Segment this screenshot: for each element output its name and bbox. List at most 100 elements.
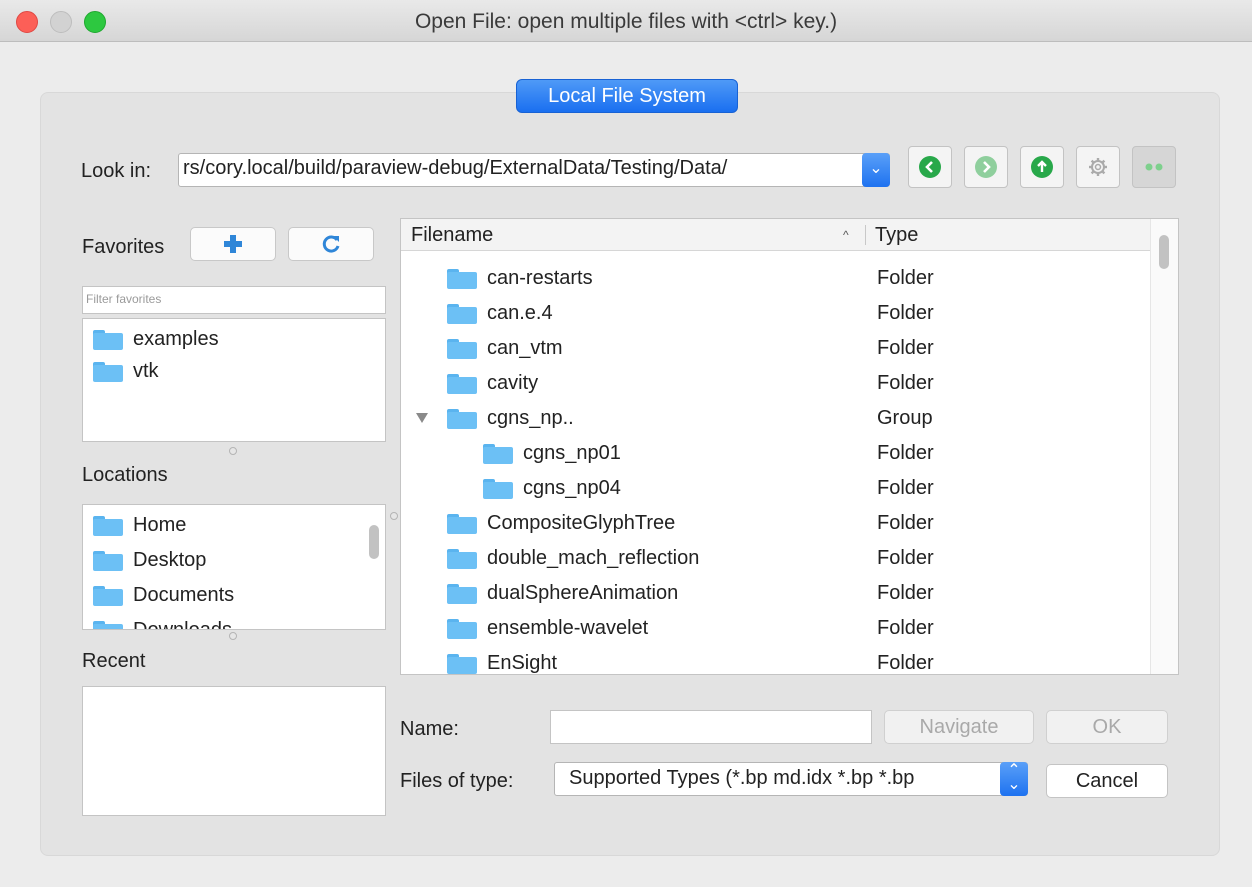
- back-icon: [919, 156, 941, 178]
- look-in-label: Look in:: [81, 160, 152, 182]
- gear-icon: [1089, 158, 1107, 176]
- column-header-type[interactable]: Type: [875, 224, 918, 247]
- show-hidden-files-button[interactable]: [1132, 146, 1176, 188]
- settings-button[interactable]: [1076, 146, 1120, 188]
- file-name: EnSight: [487, 652, 558, 674]
- recent-list: [82, 686, 386, 816]
- filter-placeholder: Filter favorites: [86, 292, 162, 306]
- folder-icon: [447, 304, 477, 324]
- file-type: Folder: [877, 652, 934, 674]
- file-type: Folder: [877, 372, 934, 394]
- look-in-combobox[interactable]: rs/cory.local/build/paraview-debug/Exter…: [178, 153, 890, 187]
- column-divider: [865, 225, 866, 245]
- file-name: dualSphereAnimation: [487, 582, 679, 604]
- splitter-handle[interactable]: [229, 632, 237, 640]
- folder-icon: [447, 584, 477, 604]
- splitter-handle[interactable]: [390, 512, 398, 520]
- locations-scrollbar-thumb[interactable]: [369, 525, 379, 559]
- file-type: Folder: [877, 582, 934, 604]
- favorites-filter-input[interactable]: Filter favorites: [82, 286, 386, 314]
- up-arrow-icon: [1031, 156, 1053, 178]
- local-file-system-tab[interactable]: Local File System: [516, 79, 738, 113]
- favorites-label: Favorites: [82, 236, 165, 258]
- window-title: Open File: open multiple files with <ctr…: [414, 10, 838, 33]
- folder-icon: [483, 479, 513, 499]
- refresh-favorites-button[interactable]: [288, 227, 374, 261]
- file-type: Folder: [877, 477, 934, 499]
- file-row[interactable]: dualSphereAnimation Folder: [401, 576, 1151, 610]
- name-label: Name:: [400, 718, 459, 740]
- file-name: can-restarts: [487, 267, 593, 289]
- folder-icon: [93, 551, 123, 571]
- favorite-item-label: examples: [133, 328, 219, 350]
- file-group-row[interactable]: cgns_np.. Group: [401, 401, 1151, 435]
- folder-icon: [447, 374, 477, 394]
- locations-label: Locations: [82, 464, 168, 486]
- file-name: cgns_np..: [487, 407, 574, 429]
- favorite-item-label: vtk: [133, 360, 159, 382]
- hidden-files-icon: [1145, 163, 1163, 171]
- column-header-filename[interactable]: Filename: [411, 224, 493, 247]
- locations-list: Home Desktop Documents Downloads: [82, 504, 386, 630]
- folder-icon: [447, 339, 477, 359]
- files-of-type-label: Files of type:: [400, 770, 514, 792]
- forward-button[interactable]: [964, 146, 1008, 188]
- location-item-label: Documents: [133, 584, 235, 606]
- file-name: double_mach_reflection: [487, 547, 700, 569]
- file-type: Folder: [877, 267, 934, 289]
- file-list-header: Filename ^ Type: [401, 219, 1151, 251]
- file-name: can_vtm: [487, 337, 563, 359]
- file-name: cgns_np04: [523, 477, 621, 499]
- file-type: Folder: [877, 617, 934, 639]
- file-type: Folder: [877, 337, 934, 359]
- title-bar: Open File: open multiple files with <ctr…: [0, 0, 1252, 42]
- folder-icon: [93, 621, 123, 629]
- folder-icon: [93, 516, 123, 536]
- parent-directory-button[interactable]: [1020, 146, 1064, 188]
- folder-icon: [93, 586, 123, 606]
- file-type: Group: [877, 407, 933, 429]
- file-type: Folder: [877, 302, 934, 324]
- splitter-handle[interactable]: [229, 447, 237, 455]
- add-favorite-button[interactable]: [190, 227, 276, 261]
- location-item-label: Downloads: [133, 619, 232, 630]
- file-row[interactable]: cgns_np01 Folder: [401, 436, 1151, 470]
- files-of-type-select[interactable]: Supported Types (*.bp md.idx *.bp *.bp ⌃…: [554, 762, 1028, 796]
- folder-icon: [93, 362, 123, 382]
- refresh-icon: [322, 235, 340, 253]
- location-item-label: Desktop: [133, 549, 207, 571]
- folder-icon: [447, 549, 477, 569]
- folder-icon: [447, 514, 477, 534]
- file-row[interactable]: EnSight Folder: [401, 646, 1151, 674]
- file-name: cavity: [487, 372, 539, 394]
- file-type: Folder: [877, 512, 934, 534]
- file-row[interactable]: can-restarts Folder: [401, 261, 1151, 295]
- folder-icon: [447, 409, 477, 429]
- file-list-scrollbar-thumb[interactable]: [1159, 235, 1169, 269]
- forward-icon: [975, 156, 997, 178]
- file-row[interactable]: cgns_np04 Folder: [401, 471, 1151, 505]
- expand-triangle-icon[interactable]: [416, 413, 428, 423]
- location-item-label: Home: [133, 514, 187, 536]
- file-row[interactable]: CompositeGlyphTree Folder: [401, 506, 1151, 540]
- file-row[interactable]: can.e.4 Folder: [401, 296, 1151, 330]
- file-row[interactable]: can_vtm Folder: [401, 331, 1151, 365]
- file-name-input[interactable]: [550, 710, 872, 744]
- file-row[interactable]: double_mach_reflection Folder: [401, 541, 1151, 575]
- back-button[interactable]: [908, 146, 952, 188]
- file-list: Filename ^ Type can-restarts Folder can.…: [400, 218, 1179, 675]
- files-of-type-value: Supported Types (*.bp md.idx *.bp *.bp: [569, 767, 915, 789]
- file-row[interactable]: cavity Folder: [401, 366, 1151, 400]
- file-list-scrollbar[interactable]: [1150, 219, 1178, 674]
- ok-button[interactable]: OK: [1046, 710, 1168, 744]
- recent-label: Recent: [82, 650, 146, 672]
- file-type: Folder: [877, 547, 934, 569]
- plus-icon: [224, 235, 242, 253]
- file-row[interactable]: ensemble-wavelet Folder: [401, 611, 1151, 645]
- chevron-down-icon[interactable]: ⌄: [862, 153, 890, 187]
- updown-chevron-icon[interactable]: ⌃ ⌄: [1000, 762, 1028, 796]
- file-name: cgns_np01: [523, 442, 621, 464]
- file-name: CompositeGlyphTree: [487, 512, 676, 534]
- cancel-button[interactable]: Cancel: [1046, 764, 1168, 798]
- navigate-button[interactable]: Navigate: [884, 710, 1034, 744]
